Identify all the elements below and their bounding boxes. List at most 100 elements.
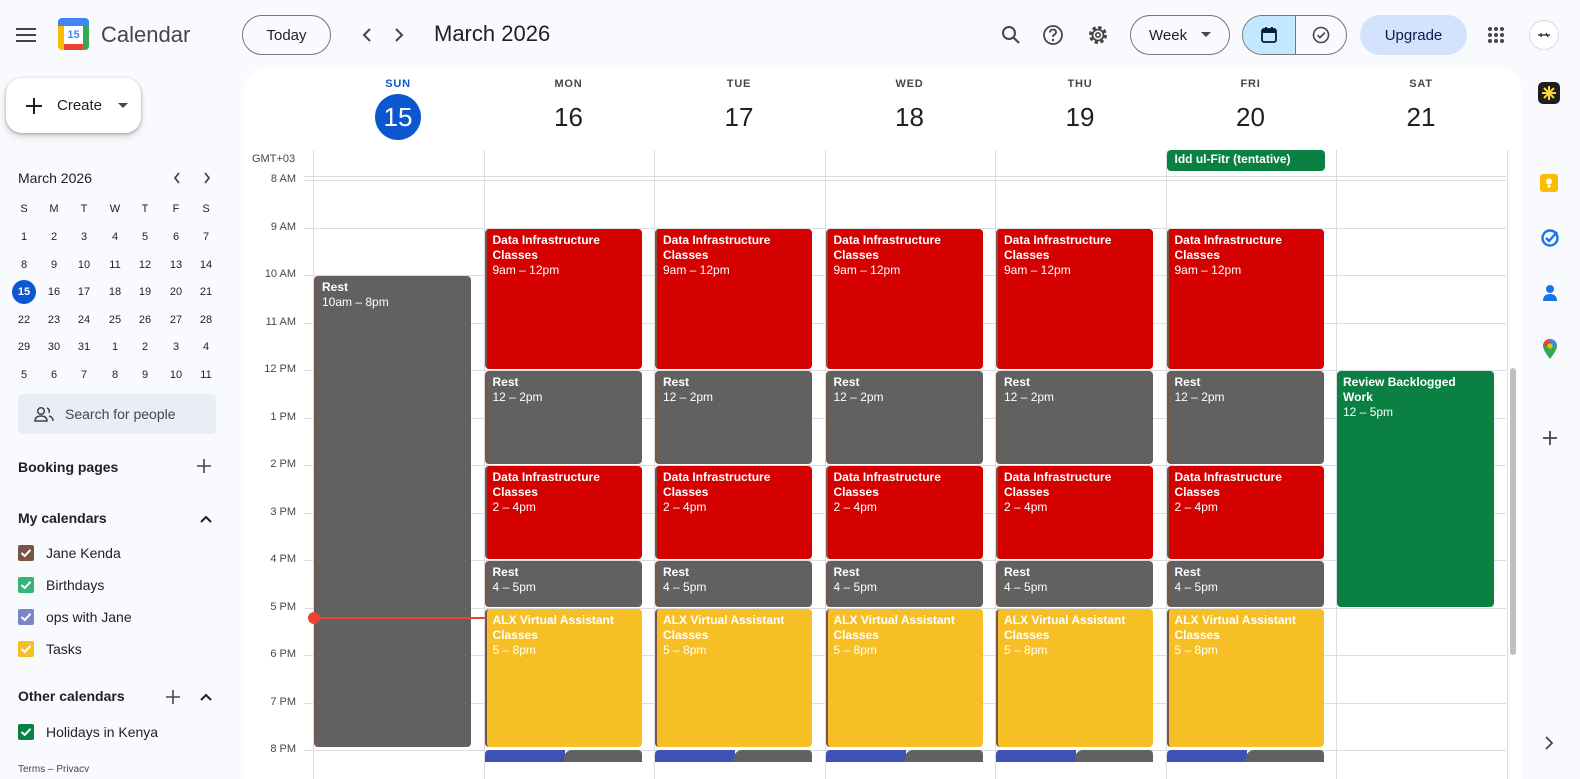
mini-day[interactable]: 1 xyxy=(103,335,127,359)
keep-icon[interactable] xyxy=(1540,174,1558,192)
date-number[interactable]: 18 xyxy=(887,94,933,140)
event-block[interactable]: Rest 12 – 2pm xyxy=(484,371,642,464)
mini-day[interactable]: 3 xyxy=(164,335,188,359)
event-block[interactable]: Rest 4 – 5pm xyxy=(996,561,1153,607)
ai-assistant-icon[interactable] xyxy=(1538,82,1560,104)
mini-day[interactable]: 11 xyxy=(194,363,218,387)
calendar-item[interactable]: Holidays in Kenya xyxy=(18,724,158,740)
checkbox-checked-icon[interactable] xyxy=(18,641,34,657)
today-button[interactable]: Today xyxy=(242,15,331,55)
date-number[interactable]: 17 xyxy=(716,94,762,140)
add-booking-page-icon[interactable] xyxy=(193,455,215,477)
next-week-icon[interactable] xyxy=(379,15,419,55)
date-number[interactable]: 21 xyxy=(1398,94,1444,140)
event-block[interactable]: Review Backlogged Work 12 – 5pm xyxy=(1337,371,1494,607)
date-number[interactable]: 20 xyxy=(1228,94,1274,140)
mini-day[interactable]: 17 xyxy=(72,280,96,304)
day-header[interactable]: THU 19 xyxy=(995,67,1165,140)
search-icon[interactable] xyxy=(991,15,1031,55)
event-block-partial[interactable] xyxy=(825,750,906,762)
calendar-item[interactable]: ops with Jane xyxy=(18,609,132,625)
help-icon[interactable] xyxy=(1033,15,1073,55)
main-menu-icon[interactable] xyxy=(6,15,46,55)
mini-day[interactable]: 9 xyxy=(42,253,66,277)
mini-day[interactable]: 18 xyxy=(103,280,127,304)
date-number[interactable]: 19 xyxy=(1057,94,1103,140)
mini-day[interactable]: 8 xyxy=(12,253,36,277)
search-people-input[interactable]: Search for people xyxy=(18,394,216,434)
calendar-item[interactable]: Birthdays xyxy=(18,577,104,593)
day-header[interactable]: TUE 17 xyxy=(654,67,824,140)
mini-day[interactable]: 10 xyxy=(72,253,96,277)
mini-day[interactable]: 11 xyxy=(103,253,127,277)
mini-day[interactable]: 6 xyxy=(42,363,66,387)
app-name[interactable]: Calendar xyxy=(101,22,190,48)
add-other-calendar-icon[interactable] xyxy=(162,686,184,708)
checkbox-checked-icon[interactable] xyxy=(18,545,34,561)
mini-day[interactable]: 13 xyxy=(164,253,188,277)
event-block-partial[interactable] xyxy=(904,750,983,762)
mini-day[interactable]: 28 xyxy=(194,308,218,332)
mini-day[interactable]: 22 xyxy=(12,308,36,332)
event-block[interactable]: Data Infrastructure Classes 9am – 12pm xyxy=(655,228,812,369)
maps-icon[interactable] xyxy=(1540,338,1560,360)
day-header[interactable]: SAT 21 xyxy=(1336,67,1506,140)
event-block-partial[interactable] xyxy=(484,750,565,762)
create-button[interactable]: Create xyxy=(6,78,141,133)
collapse-my-calendars-icon[interactable] xyxy=(195,508,217,530)
mini-day[interactable]: 5 xyxy=(12,363,36,387)
mini-day[interactable]: 12 xyxy=(133,253,157,277)
event-block[interactable]: Data Infrastructure Classes 2 – 4pm xyxy=(655,466,812,559)
date-number[interactable]: 16 xyxy=(546,94,592,140)
apps-grid-icon[interactable] xyxy=(1476,15,1516,55)
event-block[interactable]: ALX Virtual Assistant Classes 5 – 8pm xyxy=(996,608,1153,747)
mini-day[interactable]: 4 xyxy=(194,335,218,359)
event-block[interactable]: Data Infrastructure Classes 2 – 4pm xyxy=(996,466,1153,559)
mini-day[interactable]: 9 xyxy=(133,363,157,387)
collapse-other-calendars-icon[interactable] xyxy=(195,686,217,708)
calendar-logo-icon[interactable]: 15 xyxy=(58,18,89,50)
event-block[interactable]: Data Infrastructure Classes 2 – 4pm xyxy=(484,466,642,559)
event-block[interactable]: Rest 4 – 5pm xyxy=(655,561,812,607)
mini-day[interactable]: 21 xyxy=(194,280,218,304)
mini-day[interactable]: 31 xyxy=(72,335,96,359)
event-block-partial[interactable] xyxy=(563,750,642,762)
day-header[interactable]: FRI 20 xyxy=(1166,67,1336,140)
mini-day[interactable]: 6 xyxy=(164,225,188,249)
view-selector-dropdown[interactable]: Week xyxy=(1130,15,1230,55)
all-day-event[interactable]: Idd ul-Fitr (tentative) xyxy=(1166,150,1325,171)
event-block[interactable]: Data Infrastructure Classes 2 – 4pm xyxy=(1166,466,1324,559)
mini-day[interactable]: 10 xyxy=(164,363,188,387)
tasks-view-icon[interactable] xyxy=(1296,16,1346,54)
event-block[interactable]: Data Infrastructure Classes 9am – 12pm xyxy=(825,228,983,369)
event-block[interactable]: ALX Virtual Assistant Classes 5 – 8pm xyxy=(655,608,812,747)
settings-gear-icon[interactable] xyxy=(1078,15,1118,55)
mini-day[interactable]: 5 xyxy=(133,225,157,249)
mini-day[interactable]: 26 xyxy=(133,308,157,332)
event-block-partial[interactable] xyxy=(1075,750,1153,762)
event-block[interactable]: Rest 12 – 2pm xyxy=(1166,371,1324,464)
event-block[interactable]: Rest 12 – 2pm xyxy=(825,371,983,464)
mini-day[interactable]: 7 xyxy=(72,363,96,387)
terms-privacy-footer[interactable]: Terms – Privacy xyxy=(18,764,89,772)
mini-day[interactable]: 2 xyxy=(133,335,157,359)
mini-day[interactable]: 7 xyxy=(194,225,218,249)
mini-day[interactable]: 29 xyxy=(12,335,36,359)
tasks-icon[interactable] xyxy=(1540,228,1560,248)
day-header[interactable]: MON 16 xyxy=(484,67,654,140)
mini-day[interactable]: 27 xyxy=(164,308,188,332)
mini-day[interactable]: 20 xyxy=(164,280,188,304)
mini-prev-month-icon[interactable] xyxy=(166,167,188,189)
event-block-partial[interactable] xyxy=(1166,750,1247,762)
calendar-view-icon[interactable] xyxy=(1243,16,1295,54)
day-header[interactable]: SUN 15 xyxy=(313,67,483,140)
account-avatar[interactable] xyxy=(1529,20,1559,50)
event-block[interactable]: Rest 4 – 5pm xyxy=(484,561,642,607)
event-block[interactable]: ALX Virtual Assistant Classes 5 – 8pm xyxy=(825,608,983,747)
today-date-number[interactable]: 15 xyxy=(375,94,421,140)
event-block[interactable]: Rest 10am – 8pm xyxy=(314,276,471,747)
event-block[interactable]: Rest 4 – 5pm xyxy=(825,561,983,607)
mini-day[interactable]: 8 xyxy=(103,363,127,387)
event-block[interactable]: ALX Virtual Assistant Classes 5 – 8pm xyxy=(1166,608,1324,747)
checkbox-checked-icon[interactable] xyxy=(18,724,34,740)
